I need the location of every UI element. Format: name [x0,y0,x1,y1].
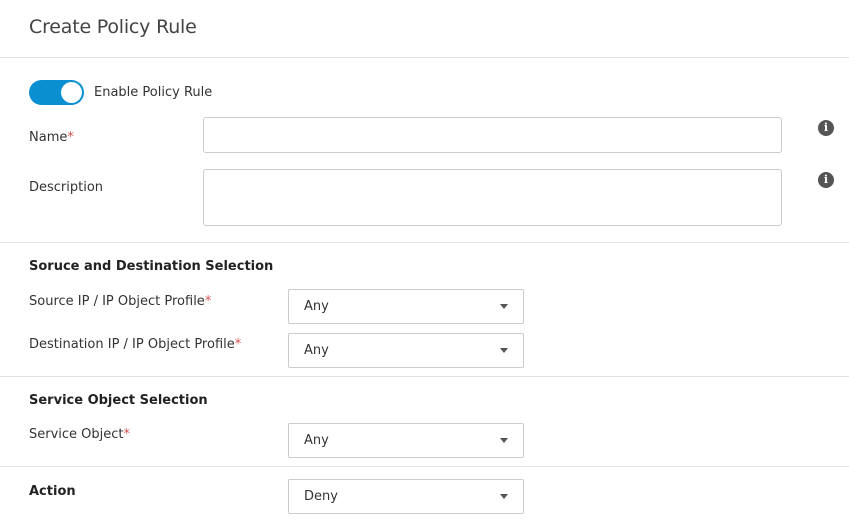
service-object-label-text: Service Object [29,427,124,442]
service-section-title: Service Object Selection [29,393,208,408]
page-header: Create Policy Rule [0,0,849,58]
service-object-select[interactable]: Any [288,423,524,458]
chevron-down-icon [500,348,508,353]
name-input[interactable] [203,117,782,153]
action-select[interactable]: Deny [288,479,524,514]
destination-ip-label-text: Destination IP / IP Object Profile [29,337,235,352]
required-mark: * [123,427,131,442]
required-mark: * [234,337,242,352]
destination-ip-select[interactable]: Any [288,333,524,368]
page-title: Create Policy Rule [29,16,197,38]
required-mark: * [204,294,212,309]
chevron-down-icon [500,438,508,443]
source-ip-select-value: Any [304,299,329,314]
action-section-title: Action [29,484,76,499]
action-select-value: Deny [304,489,338,504]
section-divider [0,376,849,377]
destination-ip-label: Destination IP / IP Object Profile* [29,337,241,352]
source-ip-label-text: Source IP / IP Object Profile [29,294,205,309]
chevron-down-icon [500,494,508,499]
chevron-down-icon [500,304,508,309]
section-divider [0,242,849,243]
description-info-icon[interactable]: i [818,172,834,188]
name-label: Name* [29,130,74,145]
section-divider [0,466,849,467]
source-ip-select[interactable]: Any [288,289,524,324]
source-destination-section-title: Soruce and Destination Selection [29,259,274,274]
source-ip-label: Source IP / IP Object Profile* [29,294,211,309]
description-label: Description [29,180,104,195]
service-object-select-value: Any [304,433,329,448]
required-mark: * [67,130,74,145]
name-label-text: Name [29,130,68,145]
description-input[interactable] [203,169,782,226]
enable-policy-rule-label: Enable Policy Rule [94,85,213,100]
name-info-icon[interactable]: i [818,120,834,136]
destination-ip-select-value: Any [304,343,329,358]
toggle-knob [61,82,82,103]
service-object-label: Service Object* [29,427,130,442]
enable-policy-rule-toggle[interactable] [29,80,84,105]
